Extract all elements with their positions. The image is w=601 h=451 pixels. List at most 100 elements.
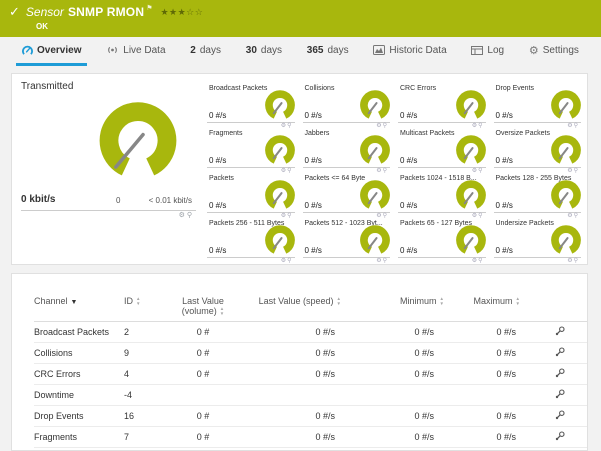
- channel-id: 7: [124, 426, 172, 449]
- main-gauge-transmitted: Transmitted 0 kbit/s 0 < 0.01 kbit/s ⚙⚲: [12, 74, 205, 264]
- channel-gauge-cell[interactable]: Collisions 0 #/s ⚙⚲: [302, 82, 396, 129]
- channel-gauge-title: Oversize Packets: [495, 130, 550, 137]
- channel-gauge-title: Broadcast Packets: [209, 85, 268, 92]
- historic-icon: [373, 45, 386, 55]
- pin-icon[interactable]: ⚲: [574, 258, 579, 264]
- channel-gauge-cell[interactable]: Packets 0 #/s ⚙⚲: [206, 172, 300, 219]
- channel-gauge-cell[interactable]: CRC Errors 0 #/s ⚙⚲: [397, 82, 491, 129]
- sort-both-icon: ▲ ▼: [136, 296, 141, 306]
- tab-2-days[interactable]: 2 days: [184, 37, 227, 66]
- channel-name[interactable]: Drop Events: [34, 405, 124, 428]
- column-header-maximum[interactable]: Maximum ▲ ▼: [444, 294, 532, 323]
- column-header-minimum[interactable]: Minimum ▲ ▼: [349, 294, 444, 323]
- channel-gauge-cell[interactable]: Packets 65 - 127 Bytes 0 #/s ⚙⚲: [397, 217, 491, 264]
- channel-gauge-dial: [360, 135, 390, 164]
- wrench-icon[interactable]: [532, 363, 587, 386]
- tab-settings[interactable]: ⚙ Settings: [523, 37, 585, 66]
- channel-gauge-dial: [360, 225, 390, 254]
- column-header-label: Last Value (volume): [181, 296, 224, 316]
- tab-365-days[interactable]: 365 days: [301, 37, 355, 66]
- maximum-value: 0 #/s: [444, 321, 532, 344]
- channel-gauge-cell[interactable]: Multicast Packets 0 #/s ⚙⚲: [397, 127, 491, 174]
- wrench-icon[interactable]: [532, 342, 587, 365]
- tab-label: Settings: [542, 44, 579, 56]
- channel-gauge-value: 0 #/s: [304, 201, 322, 210]
- minimum-value: 0 #/s: [349, 426, 444, 449]
- tab-30-days[interactable]: 30 days: [240, 37, 288, 66]
- channel-gauge-cell[interactable]: Broadcast Packets 0 #/s ⚙⚲: [206, 82, 300, 129]
- table-row: Broadcast Packets 2 0 #0 #/s 0 #/s 0 #/s: [34, 321, 587, 344]
- channel-gauge-value: 0 #/s: [209, 246, 227, 255]
- tab-live-data[interactable]: Live Data: [100, 37, 171, 66]
- channel-gauge-cell[interactable]: Packets 512 - 1023 Byt... 0 #/s ⚙⚲: [302, 217, 396, 264]
- channel-gauge-cell[interactable]: Fragments 0 #/s ⚙⚲: [206, 127, 300, 174]
- channel-gauge-dial: [264, 90, 295, 119]
- channel-gauge-cell[interactable]: Drop Events 0 #/s ⚙⚲: [493, 82, 587, 129]
- channel-gauge-cell[interactable]: Jabbers 0 #/s ⚙⚲: [302, 127, 396, 174]
- last-value-volume: 0 #: [172, 363, 234, 386]
- gear-icon[interactable]: ⚙: [179, 212, 187, 219]
- wrench-icon[interactable]: [532, 447, 587, 450]
- channel-gauges-grid: Broadcast Packets 0 #/s ⚙⚲ Collisions 0 …: [205, 74, 587, 264]
- tab-overview[interactable]: Overview: [16, 37, 88, 66]
- channel-name[interactable]: Fragments: [34, 426, 124, 449]
- priority-stars[interactable]: ★★★☆☆: [160, 7, 203, 18]
- channel-gauge-value: 0 #/s: [495, 246, 513, 255]
- channel-gauge-cell[interactable]: Packets 1024 - 1518 B... 0 #/s ⚙⚲: [397, 172, 491, 219]
- channel-gauge-cell[interactable]: Packets <= 64 Byte 0 #/s ⚙⚲: [302, 172, 396, 219]
- channel-gauge-dial: [360, 180, 390, 209]
- tab-label: days: [199, 44, 221, 56]
- channel-gauge-cell[interactable]: Packets 256 - 511 Bytes 0 #/s ⚙⚲: [206, 217, 300, 264]
- tab-number: 365: [306, 44, 324, 56]
- channel-name[interactable]: Broadcast Packets: [34, 321, 124, 344]
- channel-gauge-dial: [264, 225, 295, 254]
- wrench-icon[interactable]: [532, 384, 587, 407]
- maximum-value: 0 #/s: [444, 447, 532, 450]
- tab-log[interactable]: Log: [465, 37, 510, 66]
- column-header-id[interactable]: ID ▲ ▼: [124, 294, 172, 323]
- pin-icon[interactable]: ⚲: [287, 258, 292, 264]
- channel-gauge-value: 0 #/s: [400, 201, 418, 210]
- maximum-value: [444, 384, 532, 407]
- tab-number: 2: [190, 44, 196, 56]
- column-header-last-value-volume-[interactable]: Last Value (volume) ▲ ▼: [172, 294, 234, 323]
- pin-icon[interactable]: ⚲: [187, 212, 194, 219]
- sensor-title: SNMP RMON: [67, 5, 145, 19]
- column-header-channel[interactable]: Channel ▼: [34, 294, 124, 323]
- sort-both-icon: ▲ ▼: [439, 296, 444, 306]
- channel-gauge-dial: [455, 90, 486, 119]
- column-header-label: Maximum: [473, 296, 513, 306]
- channel-name[interactable]: CRC Errors: [34, 363, 124, 386]
- channel-name[interactable]: Jabbers: [34, 447, 124, 450]
- minimum-value: 0 #/s: [349, 405, 444, 428]
- channel-gauge-value: 0 #/s: [400, 246, 418, 255]
- pin-icon[interactable]: ⚲: [478, 258, 483, 264]
- table-row: Drop Events 16 0 #0 #/s 0 #/s 0 #/s: [34, 405, 587, 428]
- tab-historic-data[interactable]: Historic Data: [367, 37, 452, 66]
- channel-gauge-dial: [551, 90, 581, 119]
- channel-name[interactable]: Downtime: [34, 384, 124, 407]
- channel-gauge-dial: [551, 135, 581, 164]
- channel-gauge-title: Multicast Packets: [400, 130, 455, 137]
- channel-name[interactable]: Collisions: [34, 342, 124, 365]
- main-gauge-title: Transmitted: [21, 81, 74, 92]
- last-value-volume: 0 #: [172, 321, 234, 344]
- wrench-icon[interactable]: [532, 405, 587, 428]
- channel-gauge-cell[interactable]: Undersize Packets 0 #/s ⚙⚲: [493, 217, 587, 264]
- channel-gauge-value: 0 #/s: [209, 156, 227, 165]
- channel-gauge-cell[interactable]: Oversize Packets 0 #/s ⚙⚲: [493, 127, 587, 174]
- wrench-icon[interactable]: [532, 321, 587, 344]
- last-value-speed: 0 #/s: [234, 342, 349, 365]
- channel-gauge-cell[interactable]: Packets 128 - 255 Bytes 0 #/s ⚙⚲: [493, 172, 587, 219]
- last-value-speed: [234, 384, 349, 407]
- status-badge: OK: [36, 22, 48, 31]
- wrench-icon[interactable]: [532, 426, 587, 449]
- flag-icon[interactable]: ⚑: [146, 4, 152, 12]
- last-value-volume: 0 #: [172, 426, 234, 449]
- gauge-icon: [22, 45, 33, 56]
- channel-gauge-title: Fragments: [209, 130, 243, 137]
- pin-icon[interactable]: ⚲: [383, 258, 388, 264]
- column-header-label: ID: [124, 296, 133, 306]
- channel-gauge-value: 0 #/s: [400, 156, 418, 165]
- column-header-last-value-speed-[interactable]: Last Value (speed) ▲ ▼: [234, 294, 349, 323]
